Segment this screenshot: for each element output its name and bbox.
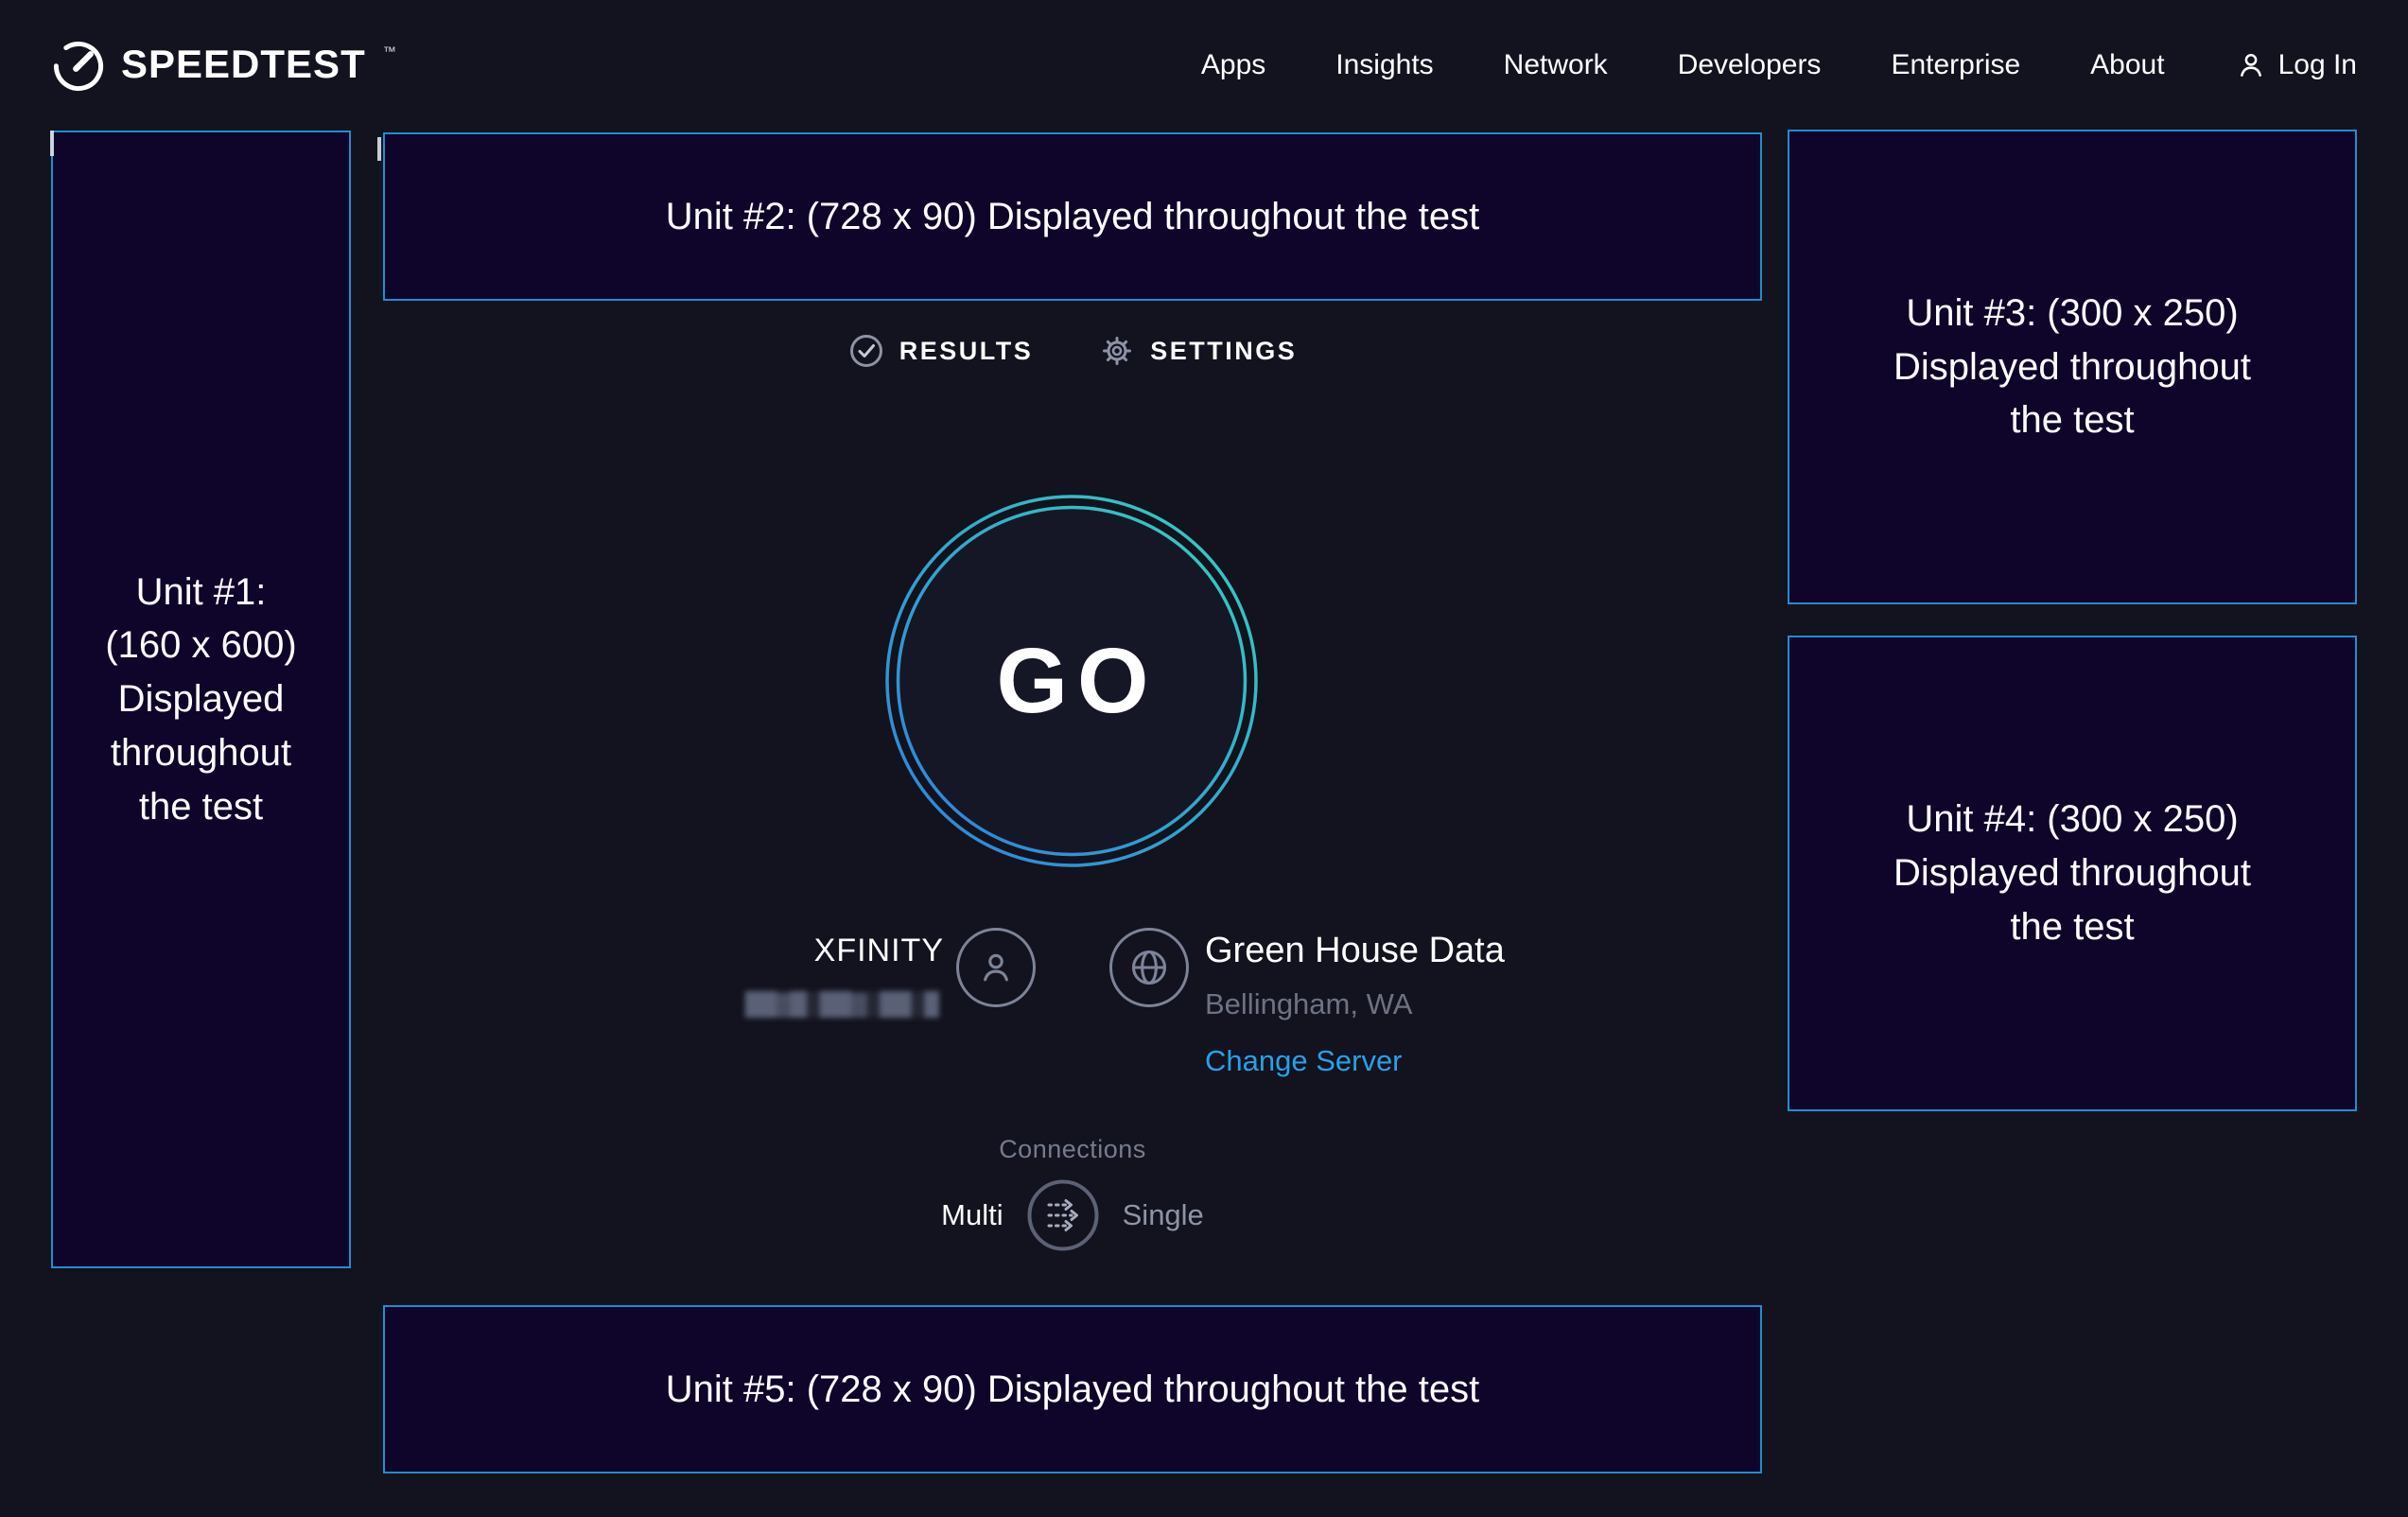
nav-item-insights[interactable]: Insights bbox=[1335, 49, 1433, 81]
header: SPEEDTEST ™ Apps Insights Network Develo… bbox=[0, 0, 2408, 130]
ad-unit-5-label: Unit #5: (728 x 90) Displayed throughout… bbox=[666, 1363, 1480, 1417]
server-badge bbox=[1109, 928, 1189, 1007]
globe-icon bbox=[1128, 947, 1170, 988]
isp-badge bbox=[956, 928, 1036, 1007]
nav-item-network[interactable]: Network bbox=[1504, 49, 1608, 81]
ad-unit-3-label: Unit #3: (300 x 250) Displayed throughou… bbox=[1874, 287, 2271, 447]
view-tabs: RESULTS SETTINGS bbox=[383, 333, 1762, 369]
main-nav: Apps Insights Network Developers Enterpr… bbox=[1201, 49, 2357, 81]
ip-address-redacted: ██▓█▒██▓▒██▒█ bbox=[741, 991, 939, 1018]
multi-connections-icon[interactable] bbox=[1026, 1178, 1100, 1252]
speedtest-gauge-icon bbox=[51, 39, 106, 94]
go-button[interactable]: GO bbox=[885, 495, 1258, 867]
server-info: Green House Data Bellingham, WA Change S… bbox=[1205, 931, 1505, 1078]
gear-icon bbox=[1099, 333, 1135, 369]
logo-trademark: ™ bbox=[383, 44, 396, 58]
server-location: Bellingham, WA bbox=[1205, 987, 1505, 1021]
ad-unit-4-label: Unit #4: (300 x 250) Displayed throughou… bbox=[1874, 793, 2271, 953]
go-label: GO bbox=[885, 495, 1258, 867]
login-label: Log In bbox=[2278, 49, 2357, 81]
ad-unit-3-rectangle[interactable]: Unit #3: (300 x 250) Displayed throughou… bbox=[1788, 130, 2357, 604]
nav-item-enterprise[interactable]: Enterprise bbox=[1891, 49, 2020, 81]
change-server-link[interactable]: Change Server bbox=[1205, 1044, 1403, 1078]
ad-unit-2-banner-top[interactable]: Unit #2: (728 x 90) Displayed throughout… bbox=[383, 132, 1762, 301]
connections-single-option[interactable]: Single bbox=[1123, 1198, 1204, 1232]
nav-item-developers[interactable]: Developers bbox=[1678, 49, 1822, 81]
iframe-scrollbar-artifact bbox=[377, 137, 381, 161]
person-icon bbox=[975, 947, 1017, 988]
tab-settings-label: SETTINGS bbox=[1150, 337, 1297, 366]
ad-unit-1-label: Unit #1: (160 x 600) Displayed throughou… bbox=[99, 566, 303, 834]
tab-settings[interactable]: SETTINGS bbox=[1099, 333, 1297, 369]
tab-results-label: RESULTS bbox=[899, 337, 1034, 366]
connections-label: Connections bbox=[383, 1135, 1762, 1164]
ad-unit-5-banner-bottom[interactable]: Unit #5: (728 x 90) Displayed throughout… bbox=[383, 1305, 1762, 1473]
tab-results[interactable]: RESULTS bbox=[848, 333, 1034, 369]
login-button[interactable]: Log In bbox=[2235, 49, 2357, 81]
logo[interactable]: SPEEDTEST ™ bbox=[51, 37, 396, 94]
check-circle-icon bbox=[848, 333, 884, 369]
nav-item-apps[interactable]: Apps bbox=[1201, 49, 1265, 81]
connections-toggle: Multi Single bbox=[383, 1177, 1762, 1253]
iframe-scrollbar-artifact bbox=[50, 131, 54, 156]
ad-unit-1-skyscraper[interactable]: Unit #1: (160 x 600) Displayed throughou… bbox=[51, 131, 351, 1268]
nav-item-about[interactable]: About bbox=[2090, 49, 2164, 81]
connections-multi-option[interactable]: Multi bbox=[941, 1198, 1003, 1232]
speedtest-page: SPEEDTEST ™ Apps Insights Network Develo… bbox=[0, 0, 2408, 1517]
user-icon bbox=[2235, 49, 2267, 81]
isp-name: XFINITY bbox=[719, 933, 944, 969]
ad-unit-2-label: Unit #2: (728 x 90) Displayed throughout… bbox=[666, 190, 1480, 244]
ad-unit-4-rectangle[interactable]: Unit #4: (300 x 250) Displayed throughou… bbox=[1788, 636, 2357, 1111]
server-name: Green House Data bbox=[1205, 931, 1505, 971]
logo-text: SPEEDTEST bbox=[121, 37, 366, 92]
